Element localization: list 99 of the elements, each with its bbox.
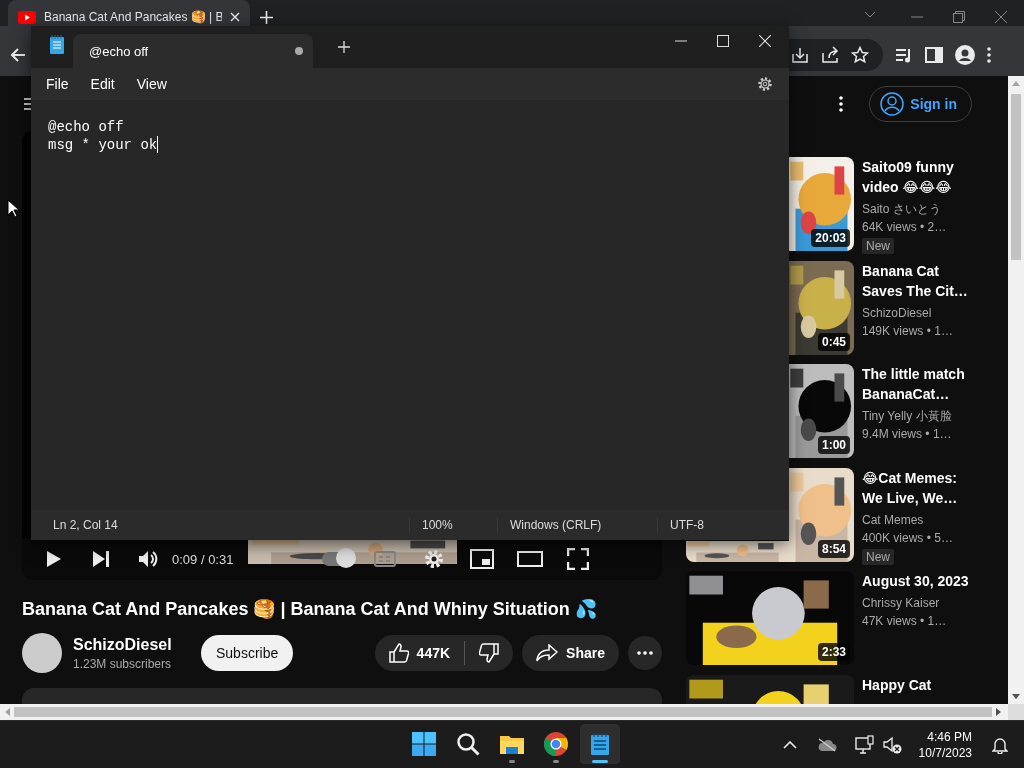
duration-badge: 1:00 (817, 436, 850, 455)
side-panel-icon[interactable] (925, 46, 943, 64)
view-count: 149K views • 1… (862, 322, 954, 340)
more-icon (637, 651, 653, 655)
more-button[interactable] (628, 636, 662, 670)
channel-name[interactable]: SchizoDiesel (862, 303, 973, 322)
taskbar-app-button[interactable] (580, 724, 620, 764)
video-title[interactable]: August 30, 2023 (862, 571, 973, 592)
status-text: Windows (CRLF) (497, 518, 657, 532)
volume-muted-icon[interactable] (882, 735, 903, 754)
view-count: 400K views • 5… (862, 529, 954, 547)
scrollbar-corner (1008, 704, 1024, 720)
time-display: 0:09 / 0:31 (172, 551, 235, 567)
status-text: UTF-8 (657, 518, 716, 532)
channel-name[interactable]: Saito さいとう (862, 200, 973, 218)
search-icon (456, 732, 480, 756)
thumbs-up-icon (388, 643, 409, 663)
time-text: 4:46 PM (927, 728, 972, 745)
scrollbar-thumb[interactable] (14, 707, 992, 717)
notepad-icon (590, 732, 610, 756)
miniplayer-icon[interactable] (470, 549, 494, 569)
video-title[interactable]: 😂Cat Memes: We Live, We… (862, 467, 973, 508)
right-arrow-icon[interactable] (996, 708, 1001, 716)
scrollbar-thumb[interactable] (1011, 94, 1021, 260)
settings-icon[interactable] (423, 548, 445, 570)
network-icon[interactable] (854, 734, 875, 755)
play-icon[interactable] (46, 550, 62, 568)
video-title[interactable]: The little match BananaCat… (862, 364, 973, 405)
caret-down-icon[interactable] (864, 11, 876, 18)
like-button[interactable]: 447K (374, 635, 465, 671)
clock[interactable]: 4:46 PM 10/7/2023 (918, 728, 972, 761)
view-count: 9.4M views • 1… (862, 426, 953, 444)
tab-title: @echo off (89, 43, 149, 59)
video-title[interactable]: Saito09 funny video 😂😂😂 (862, 157, 973, 197)
windows-logo-icon (412, 732, 436, 756)
share-button[interactable]: Share (522, 635, 619, 671)
settings-icon[interactable] (757, 76, 773, 92)
video-title[interactable]: Happy Cat (862, 674, 973, 695)
duration-badge: 2:33 (817, 643, 850, 662)
video-title[interactable]: Banana Cat Saves The Cit… (862, 260, 973, 301)
date-text: 10/7/2023 (918, 744, 972, 761)
menu-item[interactable]: View (127, 72, 176, 96)
view-count: 64K views • 2… (862, 219, 948, 236)
menu-item[interactable]: File (37, 72, 78, 96)
restore-icon[interactable] (953, 11, 965, 23)
volume-icon[interactable] (138, 550, 158, 568)
share-arrow-icon (536, 644, 559, 662)
maximize-icon[interactable] (717, 35, 729, 47)
more-icon[interactable] (987, 47, 991, 63)
text-editor[interactable]: @echo off msg * your ok (31, 100, 789, 510)
subscriber-count: 1.23M subscribers (73, 656, 173, 671)
user-icon (880, 92, 905, 116)
document-tab[interactable]: @echo off (73, 34, 313, 68)
status-text: Ln 2, Col 14 (52, 518, 119, 532)
text-line: msg * your ok (48, 136, 158, 154)
theater-icon[interactable] (517, 551, 543, 567)
scrollbar[interactable] (0, 704, 1024, 720)
thumbs-down-icon (479, 643, 500, 663)
player-controls[interactable]: 0:09 / 0:31 (22, 538, 662, 580)
view-count: 47K views • 1… (862, 613, 948, 631)
channel-name[interactable]: SchizoDiesel (73, 635, 190, 654)
new-badge: New (862, 238, 894, 254)
video-site-icon (18, 10, 36, 24)
next-icon[interactable] (92, 551, 110, 567)
browser-tab[interactable]: Banana Cat And Pancakes 🥞 | B (8, 0, 250, 26)
subscribe-button[interactable]: Subscribe (201, 635, 294, 671)
media-icon[interactable] (895, 46, 913, 64)
bell-icon[interactable] (992, 735, 1008, 754)
download-icon[interactable] (791, 46, 809, 64)
menu-icon[interactable] (24, 98, 31, 110)
duration-badge: 20:03 (811, 229, 850, 247)
cloud-off-icon[interactable] (816, 737, 837, 752)
status-text: 100% (409, 518, 497, 532)
down-arrow-icon[interactable] (1012, 694, 1020, 699)
channel-avatar[interactable] (22, 633, 62, 673)
share-icon[interactable] (821, 46, 839, 64)
mouse-pointer-icon (7, 199, 19, 217)
notepad-icon (49, 35, 65, 55)
folder-icon (499, 733, 525, 755)
channel-name[interactable]: Cat Memes (862, 510, 973, 529)
fullscreen-icon[interactable] (567, 548, 589, 570)
video-title: Banana Cat And Pancakes 🥞 | Banana Cat And Whiny Situation 💦 (22, 598, 598, 620)
new-tab-icon[interactable] (260, 10, 273, 24)
text-line: @echo off (48, 118, 124, 136)
more-icon[interactable] (839, 96, 844, 112)
browser-logo-icon (544, 732, 568, 756)
star-icon[interactable] (851, 46, 869, 64)
back-icon[interactable] (10, 48, 26, 62)
tab-title: Banana Cat And Pancakes 🥞 | B (44, 10, 222, 24)
scrollbar[interactable] (1008, 76, 1024, 704)
new-badge: New (862, 548, 894, 565)
new-tab-icon[interactable] (338, 41, 350, 53)
captions-icon[interactable] (374, 551, 396, 567)
profile-icon[interactable] (955, 45, 975, 65)
menu-item[interactable]: Edit (81, 72, 124, 96)
chevron-up-icon[interactable] (782, 740, 797, 749)
address-bar[interactable] (789, 39, 883, 71)
channel-name[interactable]: Tiny Yelly 小黃脸 (862, 407, 973, 426)
channel-name[interactable]: Chrissy Kaiser (862, 594, 973, 613)
